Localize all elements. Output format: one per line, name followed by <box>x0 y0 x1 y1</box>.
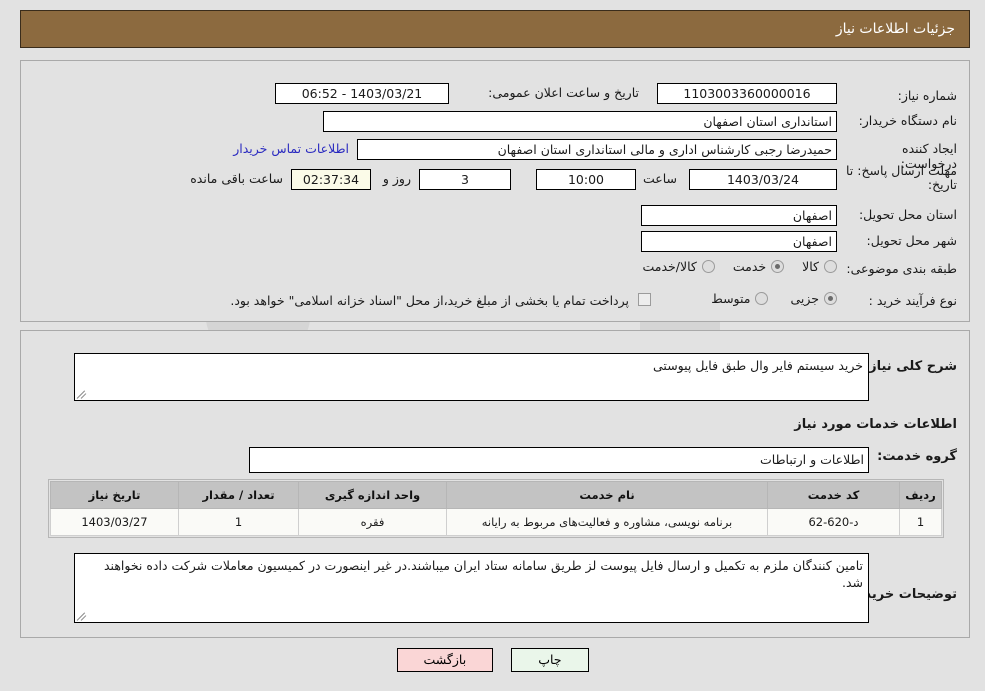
radio-icon[interactable] <box>824 292 837 305</box>
need-summary-panel: شماره نیاز: 1103003360000016 تاریخ و ساع… <box>20 60 970 322</box>
buyer-contact-link[interactable]: اطلاعات تماس خریدار <box>233 141 349 156</box>
general-desc-label: شرح کلی نیاز: <box>863 359 957 374</box>
buyer-org-label: نام دستگاه خریدار: <box>858 113 957 128</box>
general-desc-textarea[interactable]: خرید سیستم فایر وال طبق فایل پیوستی <box>74 353 869 401</box>
page-title-bar: جزئیات اطلاعات نیاز <box>20 10 970 48</box>
cell-code: د-620-62 <box>767 508 900 536</box>
table-header-row: ردیف کد خدمت نام خدمت واحد اندازه گیری ت… <box>50 481 942 509</box>
col-code: کد خدمت <box>767 481 900 509</box>
announce-label: تاریخ و ساعت اعلان عمومی: <box>488 85 639 100</box>
print-button[interactable]: چاپ <box>511 648 589 672</box>
treasury-docs-label: پرداخت تمام یا بخشی از مبلغ خرید،از محل … <box>230 293 629 308</box>
resize-grip-icon[interactable] <box>76 389 87 399</box>
radio-icon[interactable] <box>771 260 785 273</box>
col-date: تاریخ نیاز <box>50 481 179 509</box>
province-value: اصفهان <box>641 205 837 226</box>
process-label: نوع فرآیند خرید : <box>868 293 957 308</box>
remaining-label: ساعت باقی مانده <box>190 171 283 186</box>
buyer-notes-value: تامین کنندگان ملزم به تکمیل و ارسال فایل… <box>103 558 863 590</box>
province-label: استان محل تحویل: <box>858 207 957 222</box>
days-and-label: روز و <box>382 171 411 186</box>
services-table: ردیف کد خدمت نام خدمت واحد اندازه گیری ت… <box>50 481 942 536</box>
general-desc-value: خرید سیستم فایر وال طبق فایل پیوستی <box>653 358 863 373</box>
hour-label: ساعت <box>642 171 677 186</box>
cell-unit: فقره <box>298 508 447 536</box>
process-option-jozei[interactable]: جزیی <box>790 291 837 306</box>
row-need-number: شماره نیاز: <box>845 83 957 107</box>
radio-icon[interactable] <box>755 292 769 305</box>
deadline-label-line1: مهلت ارسال پاسخ: تا <box>846 163 957 178</box>
need-number-label: شماره نیاز: <box>897 87 957 103</box>
category-option-label: خدمت <box>732 259 767 274</box>
process-option-label: متوسط <box>711 291 751 306</box>
category-option-label: کالا <box>802 259 819 274</box>
city-value: اصفهان <box>641 231 837 252</box>
services-table-wrapper: ردیف کد خدمت نام خدمت واحد اندازه گیری ت… <box>48 479 944 538</box>
category-radio-group: کالا خدمت کالا/خدمت <box>642 259 837 274</box>
col-index: ردیف <box>899 481 942 509</box>
radio-icon[interactable] <box>824 260 837 273</box>
need-details-panel: شرح کلی نیاز: خرید سیستم فایر وال طبق فا… <box>20 330 970 638</box>
category-label: طبقه بندی موضوعی: <box>846 261 957 276</box>
process-option-label: جزیی <box>790 291 819 306</box>
announce-value: 1403/03/21 - 06:52 <box>275 83 449 104</box>
deadline-label-line2: تاریخ: <box>927 177 957 192</box>
resize-grip-icon[interactable] <box>76 611 87 621</box>
services-section-heading: اطلاعات خدمات مورد نیاز <box>794 417 957 432</box>
countdown-value: 02:37:34 <box>291 169 371 190</box>
treasury-docs-checkbox[interactable] <box>638 293 651 306</box>
category-option-kala[interactable]: کالا <box>802 259 837 274</box>
cell-index: 1 <box>899 508 942 536</box>
cell-name: برنامه نویسی، مشاوره و فعالیت‌های مربوط … <box>446 508 768 536</box>
category-option-khedmat[interactable]: خدمت <box>732 259 785 274</box>
need-number-value: 1103003360000016 <box>657 83 837 104</box>
action-button-bar: چاپ بازگشت <box>0 648 985 672</box>
service-group-value: اطلاعات و ارتباطات <box>249 447 869 473</box>
table-row[interactable]: 1 د-620-62 برنامه نویسی، مشاوره و فعالیت… <box>50 508 942 536</box>
hour-value: 10:00 <box>536 169 636 190</box>
col-name: نام خدمت <box>446 481 768 509</box>
days-value: 3 <box>419 169 511 190</box>
cell-qty: 1 <box>178 508 299 536</box>
radio-icon[interactable] <box>701 260 715 273</box>
process-option-motavasset[interactable]: متوسط <box>711 291 769 306</box>
cell-date: 1403/03/27 <box>50 508 179 536</box>
page-root: AnaTender.net جزئیات اطلاعات نیاز شماره … <box>0 0 985 691</box>
buyer-notes-textarea[interactable]: تامین کنندگان ملزم به تکمیل و ارسال فایل… <box>74 553 869 623</box>
deadline-date-value: 1403/03/24 <box>689 169 837 190</box>
buyer-org-value: استانداری استان اصفهان <box>323 111 837 132</box>
col-qty: تعداد / مقدار <box>178 481 299 509</box>
category-option-label: کالا/خدمت <box>642 259 697 274</box>
deadline-label: مهلت ارسال پاسخ: تا تاریخ: <box>845 163 957 193</box>
page-title: جزئیات اطلاعات نیاز <box>835 21 955 37</box>
city-label: شهر محل تحویل: <box>866 233 957 248</box>
service-group-label: گروه خدمت: <box>877 449 957 464</box>
category-option-kala-khedmat[interactable]: کالا/خدمت <box>642 259 715 274</box>
creator-value: حمیدرضا رجبی کارشناس اداری و مالی استاند… <box>357 139 837 160</box>
col-unit: واحد اندازه گیری <box>298 481 447 509</box>
back-button[interactable]: بازگشت <box>396 648 494 672</box>
process-radio-group: جزیی متوسط <box>711 291 837 306</box>
